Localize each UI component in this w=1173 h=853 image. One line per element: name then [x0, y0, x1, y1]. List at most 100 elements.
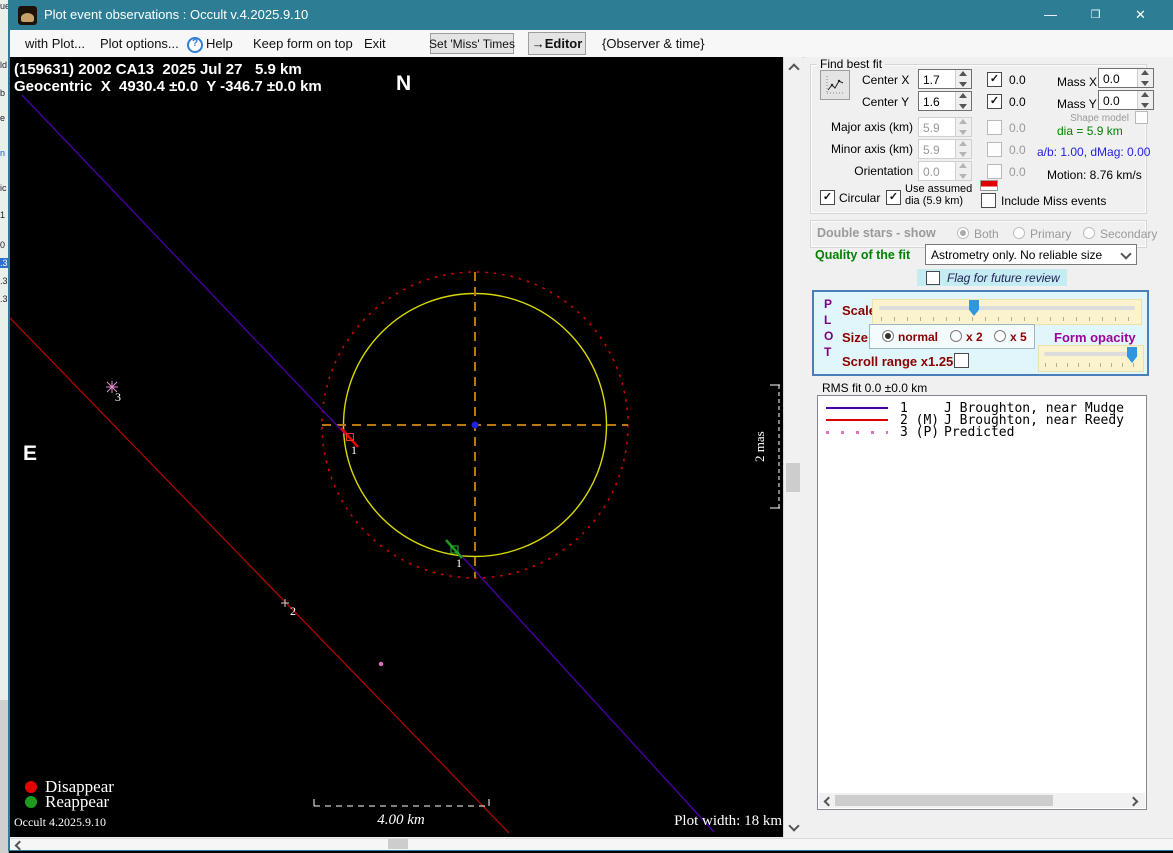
center-y-sigma: 0.0: [1009, 95, 1026, 109]
bg-fragment: e: [0, 113, 6, 123]
bg-block: [0, 700, 8, 853]
menu-plot-options[interactable]: Plot options...: [100, 30, 179, 57]
plot-canvas[interactable]: (159631) 2002 CA13 2025 Jul 27 5.9 km Ge…: [10, 57, 783, 837]
chord-1-disappear-label: 1: [351, 443, 357, 457]
minor-axis-label: Minor axis (km): [830, 142, 913, 156]
plot-vertical-scrollbar[interactable]: [783, 57, 802, 837]
chord-2-swatch-icon: [826, 419, 888, 421]
chord-1-swatch-icon: [826, 407, 888, 409]
close-button-icon[interactable]: ✕: [1118, 0, 1163, 30]
plot-horizontal-scrollbar[interactable]: [10, 838, 1173, 851]
chord-1-line-b: [456, 550, 715, 833]
minor-axis-fit-checkbox: [987, 142, 1002, 157]
bg-fragment: ic: [0, 183, 7, 193]
major-axis-spinner: 5.9: [918, 117, 972, 137]
scroll-right-icon[interactable]: [1128, 796, 1139, 807]
bg-fragment: 0: [0, 240, 6, 250]
mass-y-spinner[interactable]: 0.0: [1098, 90, 1154, 110]
use-assumed-label-2: dia (5.9 km): [905, 195, 964, 207]
bg-fragment-selected: .3: [0, 258, 8, 268]
bg-fragment: ld: [0, 60, 8, 70]
use-assumed-dia-checkbox[interactable]: [886, 190, 901, 205]
shape-model-checkbox: [1135, 111, 1148, 124]
form-opacity-ticks: [1045, 363, 1137, 367]
menu-bar: with Plot... Plot options... ? Help Keep…: [10, 30, 1173, 58]
scroll-range-label: Scroll range x1.25: [842, 354, 954, 369]
scroll-range-checkbox[interactable]: [954, 353, 969, 368]
scroll-left-icon[interactable]: [823, 796, 834, 807]
scale-slider-thumb[interactable]: [969, 300, 979, 316]
double-stars-secondary-radio: [1083, 227, 1095, 239]
include-miss-checkbox[interactable]: [981, 193, 996, 208]
center-y-fit-checkbox[interactable]: [987, 94, 1002, 109]
control-panel: Find best fit Center X 1.7 0.0 Mass X 0.…: [805, 57, 1173, 838]
circular-label: Circular: [839, 191, 881, 205]
chord-1-line-a: [21, 94, 350, 439]
center-dot: [471, 421, 479, 429]
scroll-down-icon[interactable]: [788, 820, 800, 832]
menu-with-plot[interactable]: with Plot...: [25, 30, 85, 57]
form-opacity-slider[interactable]: [1038, 345, 1144, 372]
form-opacity-label: Form opacity: [1054, 330, 1136, 345]
bg-fragment: n: [0, 148, 6, 158]
bg-fragment: .3: [0, 276, 8, 286]
quality-value: Astrometry only. No reliable size: [931, 248, 1103, 262]
title-bar[interactable]: Plot event observations : Occult v.4.202…: [10, 0, 1173, 30]
chord-row-3[interactable]: 3 (P) Predicted: [826, 424, 1015, 440]
scroll-left-icon[interactable]: [14, 840, 25, 851]
size-normal-label: normal: [898, 330, 939, 344]
menu-help[interactable]: Help: [206, 30, 233, 57]
observer-3-label: 3: [115, 390, 121, 404]
center-x-spinner[interactable]: 1.7: [918, 69, 972, 89]
help-icon: ?: [187, 37, 203, 53]
menu-observer-time[interactable]: {Observer & time}: [602, 30, 705, 57]
flag-review-label: Flag for future review: [947, 271, 1060, 285]
use-assumed-label-1: Use assumed: [905, 183, 973, 195]
scale-bar-label: 4.00 km: [377, 812, 425, 828]
quality-label: Quality of the fit: [815, 248, 911, 262]
menu-exit[interactable]: Exit: [364, 30, 386, 57]
chord-list-scroll-thumb[interactable]: [835, 795, 1053, 806]
chord-list-scrollbar[interactable]: [819, 793, 1145, 808]
bg-fragment: 1: [0, 210, 6, 220]
set-miss-times-button[interactable]: Set 'Miss' Times: [429, 33, 515, 54]
minimize-button-icon[interactable]: —: [1028, 0, 1073, 30]
plot-letter-p: P: [824, 297, 833, 311]
scale-slider[interactable]: [872, 299, 1142, 325]
fit-chart-icon: [826, 76, 844, 94]
editor-button[interactable]: →Editor: [528, 32, 586, 55]
form-opacity-thumb[interactable]: [1127, 347, 1137, 363]
mass-x-spinner[interactable]: 0.0: [1098, 68, 1154, 88]
size-x5-radio[interactable]: [994, 330, 1006, 342]
double-stars-both-label: Both: [974, 227, 999, 241]
orientation-spinner: 0.0: [918, 161, 972, 181]
double-stars-primary-radio: [1013, 227, 1025, 239]
center-x-sigma: 0.0: [1009, 73, 1026, 87]
menu-keep-on-top[interactable]: Keep form on top: [253, 30, 353, 57]
double-stars-primary-label: Primary: [1030, 227, 1072, 241]
flag-review-checkbox[interactable]: [926, 271, 940, 285]
app-icon: [18, 6, 37, 25]
plot-letter-o: O: [824, 329, 834, 343]
maximize-button-icon[interactable]: ❒: [1073, 0, 1118, 30]
shape-model-label: Shape model: [1070, 113, 1129, 124]
size-normal-radio[interactable]: [882, 330, 894, 342]
fit-chart-button[interactable]: [820, 70, 850, 100]
center-x-fit-checkbox[interactable]: [987, 72, 1002, 87]
disappear-legend-dot: [25, 781, 37, 793]
window-title: Plot event observations : Occult v.4.202…: [44, 7, 309, 22]
chord-3-dot: [378, 661, 384, 667]
quality-dropdown[interactable]: Astrometry only. No reliable size: [925, 244, 1137, 265]
vertical-scroll-thumb[interactable]: [786, 463, 800, 492]
size-x2-radio[interactable]: [950, 330, 962, 342]
scale-label: Scale: [842, 303, 876, 318]
center-y-spinner[interactable]: 1.6: [918, 91, 972, 111]
scroll-up-icon[interactable]: [788, 63, 800, 75]
horizontal-scroll-thumb[interactable]: [388, 839, 408, 849]
bg-fragment: .3: [0, 294, 8, 304]
chord-3-id: 3 (P): [900, 424, 940, 440]
ab-dmag-readout: a/b: 1.00, dMag: 0.00: [1037, 145, 1151, 159]
circular-checkbox[interactable]: [820, 190, 835, 205]
chord-listbox[interactable]: 1 J Broughton, near Mudge 2 (M) J Brough…: [817, 395, 1147, 810]
chord-3-name: Predicted: [944, 424, 1015, 440]
